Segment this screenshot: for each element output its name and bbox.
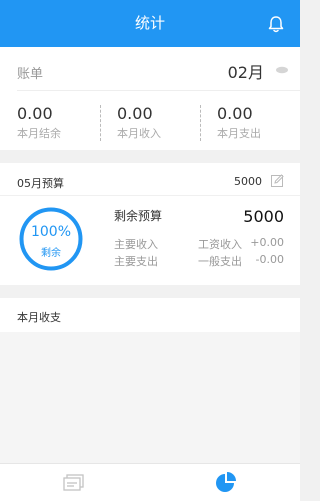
row-label: 主要支出 xyxy=(114,255,158,268)
row-category: 工资收入 xyxy=(198,238,242,251)
income-caption: 本月收入 xyxy=(117,127,161,140)
monthly-summary-section: 本月收支 xyxy=(0,298,300,463)
remaining-budget-label: 剩余预算 xyxy=(114,209,163,223)
monthly-summary-header: 本月收支 xyxy=(0,298,300,332)
row-label: 主要收入 xyxy=(114,238,158,251)
balance-value: 0.00 xyxy=(17,104,53,123)
row-category: 一般支出 xyxy=(198,255,242,268)
balance-caption: 本月结余 xyxy=(17,127,61,140)
income-stat: 0.00 本月收入 xyxy=(117,105,212,141)
page-title: 统计 xyxy=(134,14,165,32)
ring-label: 剩余 xyxy=(41,248,61,259)
monthly-summary-title: 本月收支 xyxy=(17,311,61,324)
eye-icon[interactable] xyxy=(276,66,288,74)
bill-label: 账单 xyxy=(17,67,44,82)
app-header: 统计 xyxy=(0,0,300,47)
remaining-budget-value: 5000 xyxy=(243,207,284,226)
ring-percent: 100% xyxy=(30,224,72,240)
edit-icon[interactable] xyxy=(271,174,284,187)
stat-separator xyxy=(100,105,101,141)
stat-separator xyxy=(200,105,201,141)
month-selector[interactable]: 02月 xyxy=(228,59,264,83)
budget-title: 05月预算 xyxy=(17,177,64,190)
row-amount: +0.00 xyxy=(250,236,284,249)
bottom-tab-bar xyxy=(0,463,300,501)
pie-chart-icon[interactable] xyxy=(214,470,238,494)
row-amount: -0.00 xyxy=(255,253,284,266)
expense-value: 0.00 xyxy=(217,104,253,123)
bill-card: 账单 02月 0.00 本月结余 0.00 本月收入 0.00 本月支出 xyxy=(0,47,300,150)
income-value: 0.00 xyxy=(117,104,153,123)
bell-icon[interactable] xyxy=(266,14,286,34)
budget-ring: 100% 剩余 xyxy=(18,206,84,272)
cards-icon[interactable] xyxy=(62,470,86,494)
budget-card: 05月预算 5000 100% 剩余 剩余预算 5000 主要收入 工资收入 +… xyxy=(0,163,300,285)
divider xyxy=(0,195,300,196)
expense-stat: 0.00 本月支出 xyxy=(217,105,312,141)
budget-amount: 5000 xyxy=(234,175,262,188)
expense-caption: 本月支出 xyxy=(217,127,261,140)
balance-stat: 0.00 本月结余 xyxy=(17,105,112,141)
divider xyxy=(17,90,300,91)
